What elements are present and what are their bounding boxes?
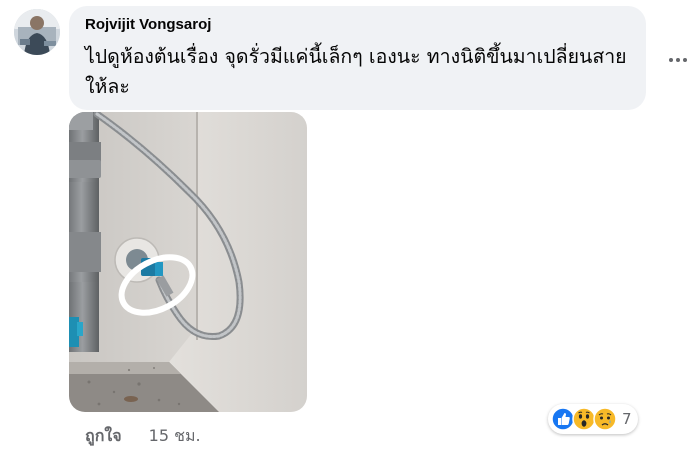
more-options-icon-dot [683,58,687,62]
sad-reaction-icon [593,407,617,431]
more-options-button[interactable] [664,50,692,70]
comment-actions: ถูกใจ 15 ชม. [85,424,201,449]
comment-author[interactable]: Rojvijit Vongsaroj [85,16,211,33]
avatar[interactable] [14,9,60,55]
reactions-count: 7 [622,410,632,428]
reactions-summary[interactable]: 7 [548,404,638,434]
avatar-photo [14,9,60,55]
like-button[interactable]: ถูกใจ [85,426,122,445]
more-options-icon [669,58,673,62]
comment-attachment-photo[interactable] [69,112,307,412]
comment-text: ไปดูห้องต้นเรื่อง จุดรั่วมีแค่นี้เล็กๆ เ… [85,45,627,98]
photo-under-sink-pipe [69,112,307,412]
comment-bubble: Rojvijit Vongsaroj ไปดูห้องต้นเรื่อง จุด… [69,6,646,110]
more-options-icon-dot [676,58,680,62]
comment-timestamp[interactable]: 15 ชม. [149,426,201,445]
